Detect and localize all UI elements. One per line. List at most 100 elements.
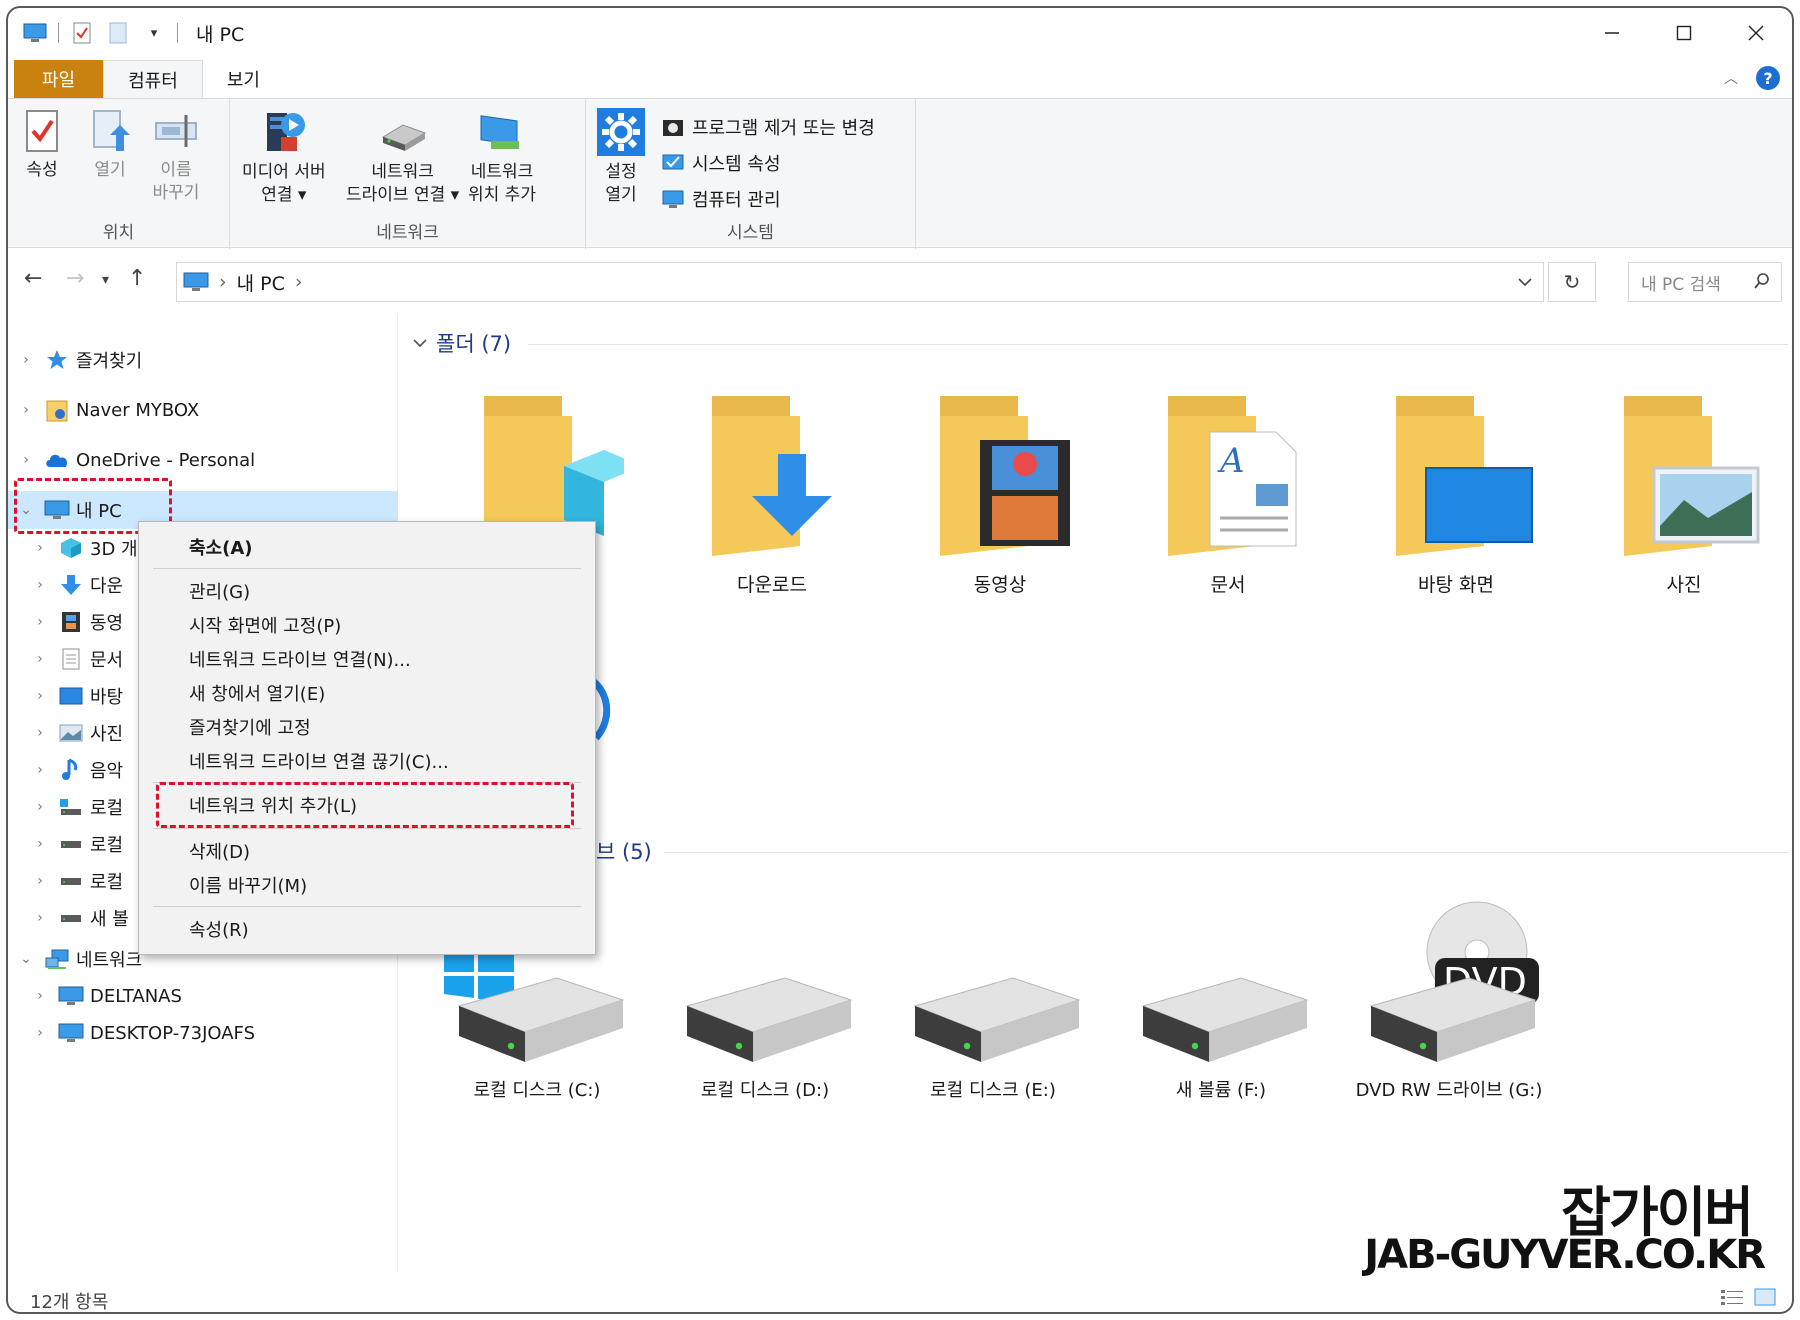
quick-access-toolbar: ▾ 내 PC — [8, 8, 244, 58]
expand-chevron-icon[interactable]: › — [30, 577, 50, 593]
nav-pictures[interactable]: › 사진 — [30, 714, 123, 752]
maximize-button[interactable] — [1648, 8, 1720, 58]
nav-desktop[interactable]: › 바탕 — [30, 677, 123, 715]
forward-button[interactable]: → — [66, 266, 84, 291]
expand-chevron-icon[interactable]: › — [30, 1025, 50, 1041]
nav-network[interactable]: ⌄ 네트워크 — [16, 940, 142, 978]
open-button[interactable]: 열기 — [88, 107, 132, 182]
expand-chevron-icon[interactable]: › — [30, 762, 50, 778]
collapse-ribbon-icon[interactable]: ︿ — [1724, 68, 1738, 88]
recent-locations-dropdown[interactable]: ▾ — [102, 272, 109, 288]
nav-local-disk-c[interactable]: › 로컬 — [30, 788, 123, 826]
search-input[interactable]: 내 PC 검색 — [1628, 262, 1782, 302]
minimize-button[interactable] — [1576, 8, 1648, 58]
menu-pin-to-start[interactable]: 시작 화면에 고정(P) — [189, 610, 341, 640]
nav-documents[interactable]: › 문서 — [30, 640, 123, 678]
uninstall-program-button[interactable]: 프로그램 제거 또는 변경 — [662, 109, 875, 145]
properties-check-icon[interactable] — [69, 20, 95, 46]
expand-chevron-icon[interactable]: › — [30, 910, 50, 926]
menu-collapse[interactable]: 축소(A) — [189, 532, 253, 562]
nav-3d-objects[interactable]: › 3D 개 — [30, 529, 138, 567]
menu-map-network-drive[interactable]: 네트워크 드라이브 연결(N)... — [189, 644, 411, 674]
large-icons-view-icon[interactable] — [1754, 1288, 1776, 1310]
nav-videos[interactable]: › 동영 — [30, 603, 123, 641]
address-dropdown-icon[interactable] — [1517, 273, 1533, 295]
map-network-drive-button[interactable]: 네트워크 드라이브 연결 ▾ — [346, 107, 459, 207]
folder-videos[interactable]: 동영상 — [900, 386, 1100, 597]
tab-view[interactable]: 보기 — [203, 60, 284, 98]
drive-e[interactable]: 로컬 디스크 (E:) — [888, 970, 1098, 1102]
menu-manage[interactable]: 관리(G) — [189, 576, 250, 606]
nav-mybox[interactable]: › Naver MYBOX — [16, 391, 199, 429]
collapse-chevron-icon[interactable]: ⌄ — [16, 951, 36, 967]
drive-g-dvd[interactable]: DVD DVD RW 드라이브 (G:) — [1344, 900, 1554, 1102]
network-icon — [44, 947, 70, 971]
customize-dropdown-icon[interactable]: ▾ — [141, 20, 167, 46]
new-folder-icon[interactable] — [105, 20, 131, 46]
drives-section-header[interactable]: 브 (5) — [596, 836, 652, 866]
drive-d[interactable]: 로컬 디스크 (D:) — [660, 970, 870, 1102]
refresh-button[interactable]: ↻ — [1548, 262, 1596, 302]
nav-mybox-label: Naver MYBOX — [76, 399, 200, 421]
open-settings-button[interactable]: 설정 열기 — [596, 107, 646, 207]
menu-rename[interactable]: 이름 바꾸기(M) — [189, 870, 307, 900]
drive-f[interactable]: 새 볼륨 (F:) — [1116, 970, 1326, 1102]
expand-chevron-icon[interactable]: › — [30, 836, 50, 852]
back-button[interactable]: ← — [24, 266, 42, 291]
tab-computer[interactable]: 컴퓨터 — [103, 60, 203, 98]
nav-downloads[interactable]: › 다운 — [30, 566, 123, 604]
computer-management-button[interactable]: 컴퓨터 관리 — [662, 181, 875, 217]
folder-pictures[interactable]: 사진 — [1584, 386, 1784, 597]
cloud-icon — [44, 448, 70, 472]
menu-add-network-location[interactable]: 네트워크 위치 추가(L) — [189, 790, 357, 820]
folder-downloads[interactable]: 다운로드 — [672, 386, 872, 597]
drive-icon — [58, 906, 84, 930]
nav-new-volume-f[interactable]: › 새 볼 — [30, 899, 129, 937]
menu-delete[interactable]: 삭제(D) — [189, 836, 250, 866]
drive-c[interactable]: 로컬 디스크 (C:) — [432, 970, 642, 1102]
expand-chevron-icon[interactable]: › — [30, 651, 50, 667]
expand-chevron-icon[interactable]: › — [30, 799, 50, 815]
menu-pin-quick-access[interactable]: 즐겨찾기에 고정 — [189, 712, 311, 742]
nav-desktop-pc[interactable]: › DESKTOP-73JOAFS — [30, 1014, 255, 1052]
menu-open-new-window[interactable]: 새 창에서 열기(E) — [189, 678, 325, 708]
group-system: 설정 열기 프로그램 제거 또는 변경 시스템 속성 컴퓨터 관리 시스템 — [586, 99, 916, 249]
expand-chevron-icon[interactable]: › — [30, 873, 50, 889]
details-view-icon[interactable] — [1720, 1288, 1744, 1310]
rename-button[interactable]: 이름 바꾸기 — [152, 107, 200, 205]
address-bar[interactable]: › 내 PC › — [176, 262, 1544, 302]
tab-file[interactable]: 파일 — [14, 60, 104, 98]
nav-music[interactable]: › 음악 — [30, 751, 123, 789]
system-properties-button[interactable]: 시스템 속성 — [662, 145, 875, 181]
expand-chevron-icon[interactable]: › — [30, 688, 50, 704]
up-button[interactable]: ↑ — [128, 266, 146, 291]
menu-properties[interactable]: 속성(R) — [189, 914, 249, 944]
nav-favorites[interactable]: › 즐겨찾기 — [16, 341, 142, 379]
folder-desktop[interactable]: 바탕 화면 — [1356, 386, 1556, 597]
expand-chevron-icon[interactable]: › — [30, 614, 50, 630]
nav-local-disk-d[interactable]: › 로컬 — [30, 825, 123, 863]
media-server-button[interactable]: 미디어 서버 연결 ▾ — [242, 107, 326, 207]
expand-chevron-icon[interactable]: › — [30, 540, 50, 556]
menu-separator — [153, 828, 581, 829]
folder-documents[interactable]: A 문서 — [1128, 386, 1328, 597]
collapse-chevron-icon[interactable]: ⌄ — [16, 502, 36, 518]
computer-icon — [58, 1021, 84, 1045]
expand-chevron-icon[interactable]: › — [30, 988, 50, 1004]
properties-button[interactable]: 속성 — [22, 107, 62, 182]
nav-onedrive[interactable]: › OneDrive - Personal — [16, 441, 255, 479]
menu-disconnect-network-drive[interactable]: 네트워크 드라이브 연결 끊기(C)... — [189, 746, 449, 776]
nav-deltanas[interactable]: › DELTANAS — [30, 977, 182, 1015]
expand-chevron-icon[interactable]: › — [16, 402, 36, 418]
add-network-location-button[interactable]: 네트워크 위치 추가 — [468, 107, 536, 207]
help-icon[interactable]: ? — [1756, 66, 1780, 90]
nav-local-disk-e[interactable]: › 로컬 — [30, 862, 123, 900]
section-divider — [664, 852, 1788, 853]
expand-chevron-icon[interactable]: › — [16, 352, 36, 368]
close-button[interactable] — [1720, 8, 1792, 58]
expand-chevron-icon[interactable]: › — [30, 725, 50, 741]
breadcrumb-this-pc[interactable]: 내 PC — [237, 269, 285, 296]
folders-section-header[interactable]: 폴더 (7) — [412, 328, 511, 358]
expand-chevron-icon[interactable]: › — [16, 452, 36, 468]
document-icon — [58, 647, 84, 671]
